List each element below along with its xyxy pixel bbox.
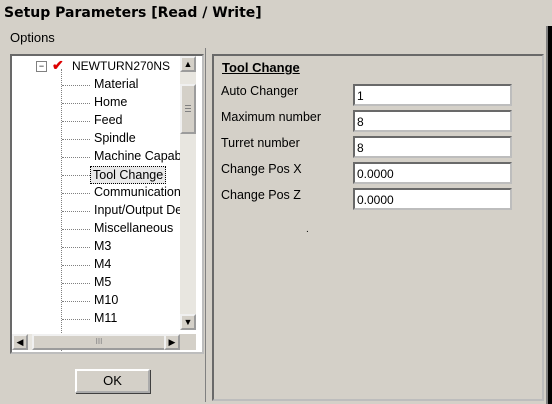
tree-item-label: M4: [94, 257, 112, 271]
tree-item-label: M10: [94, 293, 119, 307]
window-title: Setup Parameters [Read / Write]: [0, 0, 552, 26]
tree-branch-line: [62, 265, 90, 266]
tree-branch-line: [62, 319, 90, 320]
tree-item-label: Machine Capab: [94, 149, 182, 163]
field-label: Maximum number: [221, 110, 322, 124]
tree-vertical-scrollbar[interactable]: ▲ ▼: [180, 56, 196, 330]
tree-item[interactable]: Material: [12, 76, 202, 94]
tree-branch-line: [62, 175, 90, 176]
vertical-scroll-thumb[interactable]: [180, 84, 196, 134]
tree-horizontal-scrollbar[interactable]: ◀ III ▶: [12, 334, 180, 350]
ok-button[interactable]: OK: [75, 369, 150, 393]
tree-branch-line: [62, 211, 90, 212]
tree-item-label: Spindle: [94, 131, 136, 145]
tree-item[interactable]: Spindle: [12, 130, 202, 148]
field-label: Auto Changer: [221, 84, 299, 98]
tree-item-label: Communication: [94, 185, 181, 199]
field-input[interactable]: 0.0000: [353, 162, 512, 184]
field-input[interactable]: 8: [353, 110, 512, 132]
field-input[interactable]: 8: [353, 136, 512, 158]
stray-dot: .: [306, 224, 309, 235]
tree-branch-line: [62, 139, 90, 140]
tree-branch-line: [62, 193, 90, 194]
tree-item[interactable]: Feed: [12, 112, 202, 130]
tree-item[interactable]: Communication: [12, 184, 202, 202]
settings-tree[interactable]: − ✔ NEWTURN270NS Material Home Feed Spindle…: [10, 54, 204, 354]
horizontal-scroll-thumb[interactable]: III: [32, 334, 166, 350]
scroll-right-icon[interactable]: ▶: [164, 334, 180, 350]
field-label: Turret number: [221, 136, 300, 150]
tree-item-label: M11: [94, 311, 118, 325]
field-input[interactable]: 1: [353, 84, 512, 106]
field-label: Change Pos X: [221, 162, 302, 176]
tree-item[interactable]: M3: [12, 238, 202, 256]
tree-branch-line: [62, 85, 90, 86]
menu-bar: Options: [0, 26, 552, 48]
tree-branch-line: [62, 121, 90, 122]
tree-branch-line: [62, 247, 90, 248]
scroll-left-icon[interactable]: ◀: [12, 334, 28, 350]
tree-item-label: Feed: [94, 113, 123, 127]
tree-item[interactable]: Home: [12, 94, 202, 112]
tree-branch-line: [62, 103, 90, 104]
field-label: Change Pos Z: [221, 188, 301, 202]
tree-item-label: M5: [94, 275, 112, 289]
tree-item-label: Home: [94, 95, 128, 109]
tree-item[interactable]: Input/Output De: [12, 202, 202, 220]
tree-item[interactable]: M4: [12, 256, 202, 274]
tree-item-label: Input/Output De: [94, 203, 183, 217]
scroll-up-icon[interactable]: ▲: [180, 56, 196, 72]
tree-item[interactable]: Machine Capab: [12, 148, 202, 166]
tree-branch-line: [62, 283, 90, 284]
tree-item[interactable]: M11: [12, 310, 202, 328]
tree-item-label: M3: [94, 239, 112, 253]
tree-branch-line: [62, 301, 90, 302]
window-edge: [548, 26, 552, 404]
tree-item-label: Miscellaneous: [94, 221, 174, 235]
tree-branch-line: [62, 229, 90, 230]
checkmark-icon: ✔: [52, 57, 64, 73]
field-input[interactable]: 0.0000: [353, 188, 512, 210]
tree-item[interactable]: M5: [12, 274, 202, 292]
tree-item[interactable]: Miscellaneous: [12, 220, 202, 238]
collapse-icon[interactable]: −: [36, 61, 47, 72]
menu-options[interactable]: Options: [10, 30, 55, 45]
section-title: Tool Change: [222, 60, 300, 75]
tree-item-label: Material: [94, 77, 139, 91]
tree-item-label: Tool Change: [90, 166, 167, 184]
tree-item[interactable]: M10: [12, 292, 202, 310]
tree-branch-line: [62, 157, 90, 158]
scroll-down-icon[interactable]: ▼: [180, 314, 196, 330]
parameters-panel: [212, 54, 544, 401]
tree-item[interactable]: Tool Change: [12, 166, 202, 184]
tree-root-label[interactable]: NEWTURN270NS: [72, 59, 170, 73]
scrollbar-corner: [180, 334, 196, 350]
